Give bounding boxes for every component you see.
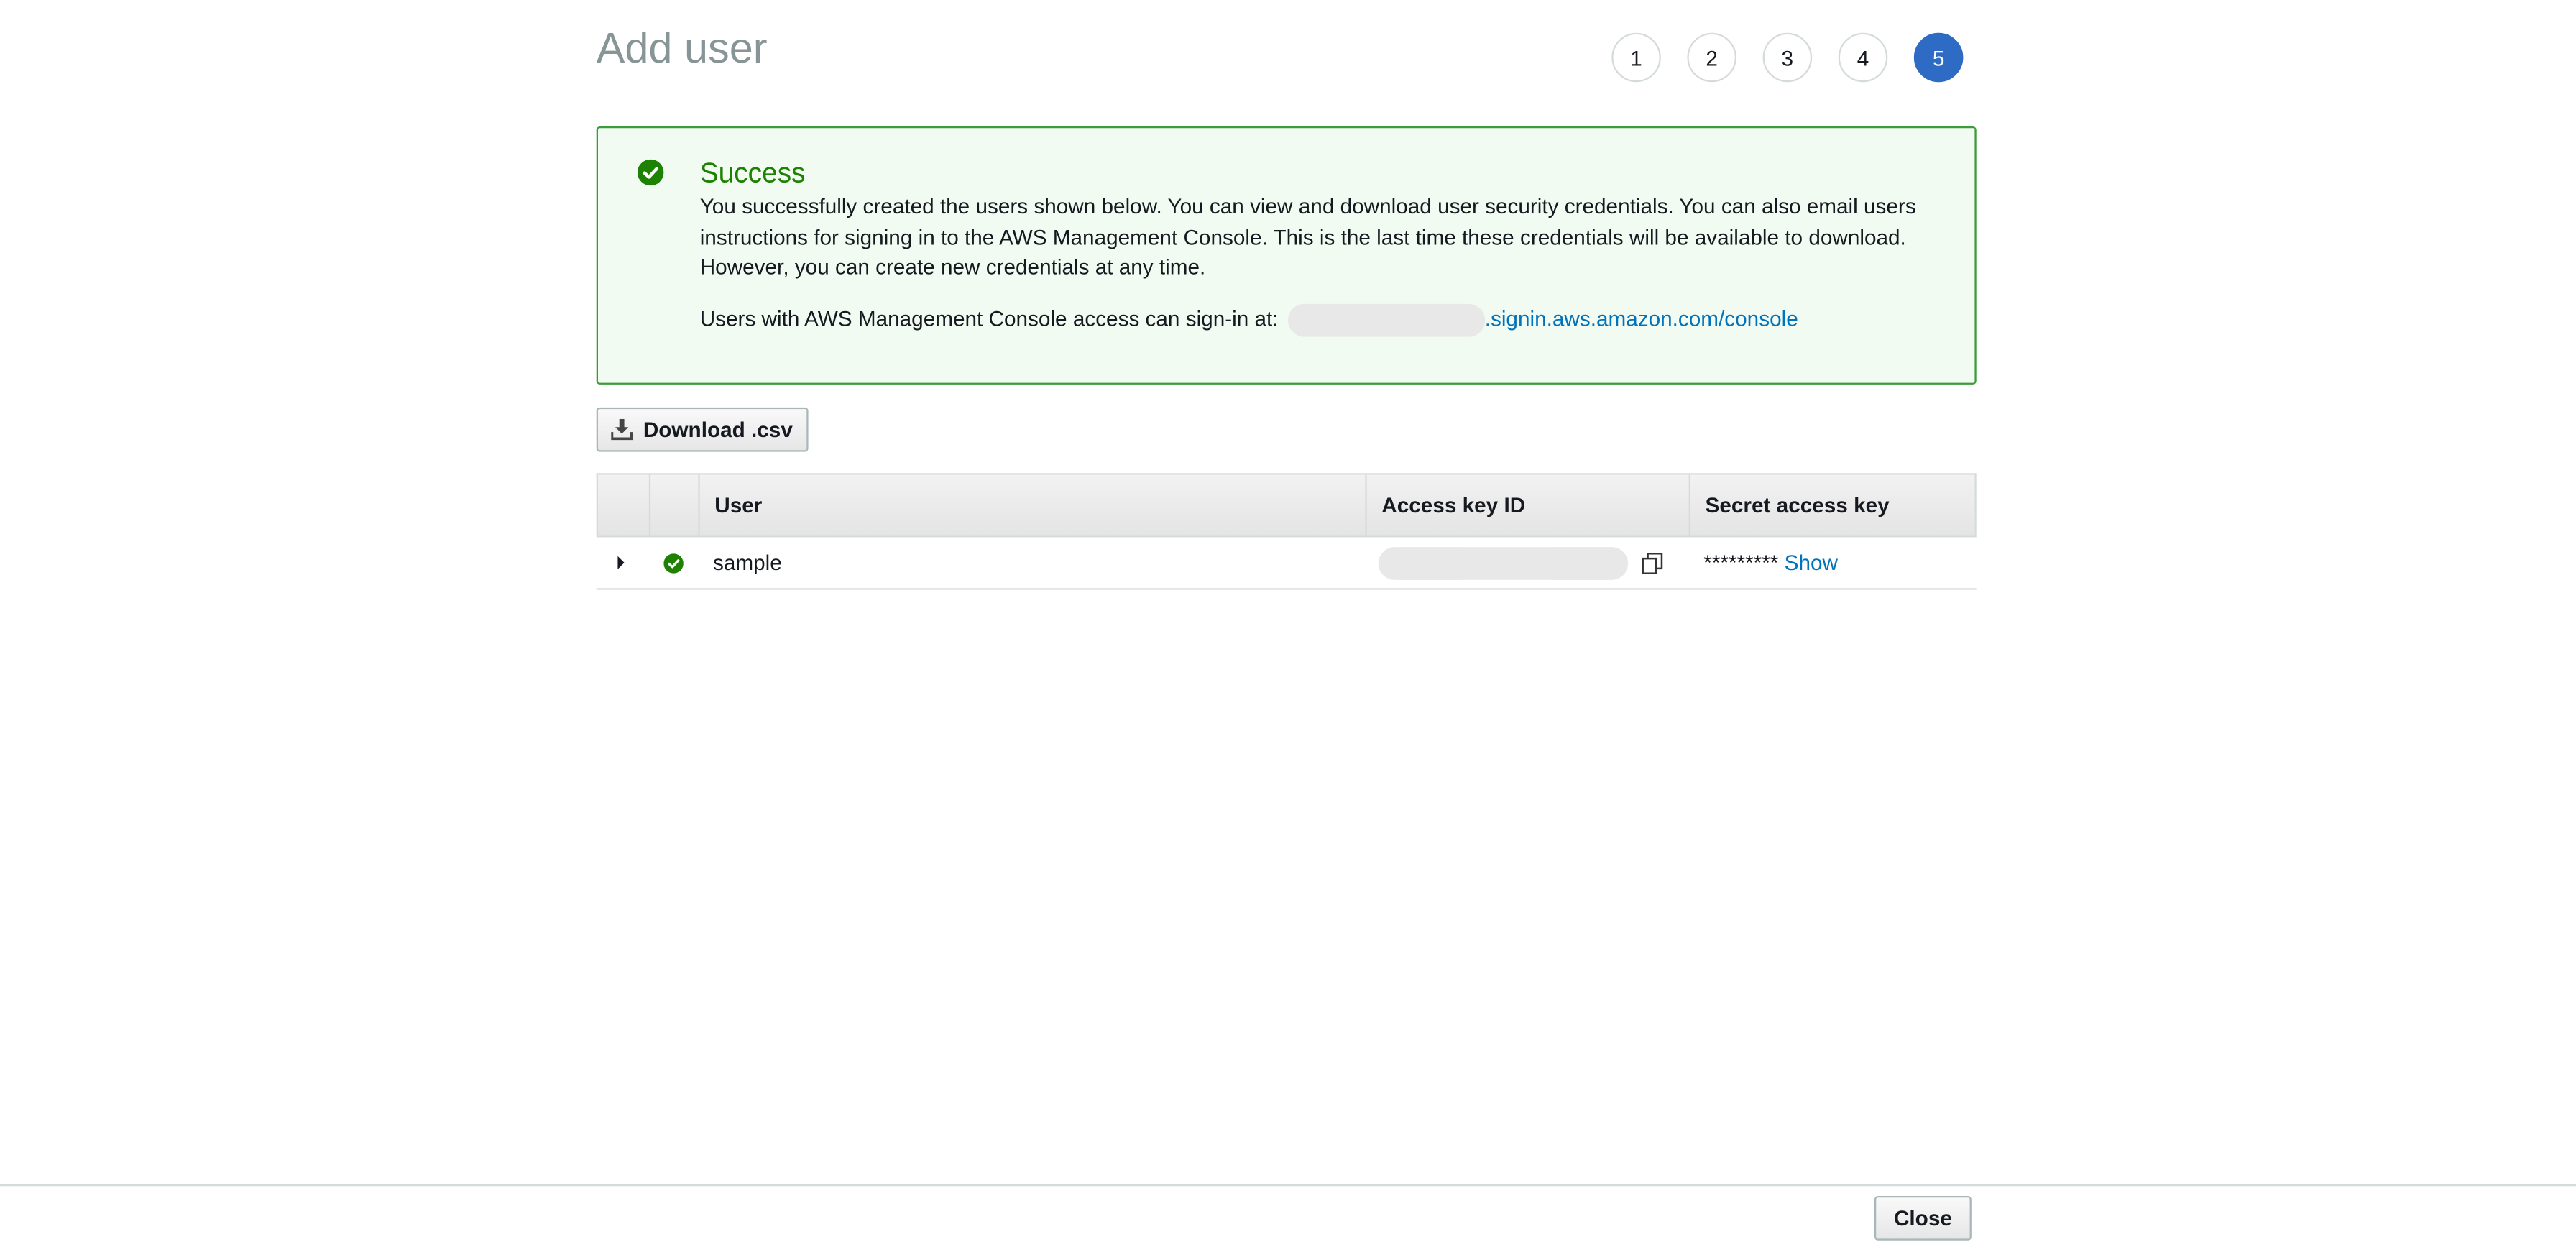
alert-title: Success	[699, 157, 806, 189]
access-key-id-value	[1378, 537, 1629, 588]
step-4[interactable]: 4	[1838, 32, 1888, 83]
success-check-icon	[637, 159, 664, 186]
redacted-account-id	[1287, 303, 1485, 337]
table-header: User Access key ID Secret access key	[596, 473, 1978, 538]
step-5[interactable]: 5	[1913, 32, 1964, 83]
signin-link[interactable]: .signin.aws.amazon.com/console	[1485, 306, 1798, 331]
column-divider	[648, 474, 651, 536]
column-header-secret-access-key[interactable]: Secret access key	[1690, 475, 1978, 536]
column-header-user[interactable]: User	[700, 475, 1366, 536]
signin-info: Users with AWS Management Console access…	[699, 303, 1798, 337]
redacted-access-key	[1378, 546, 1629, 579]
row-success-icon	[663, 537, 684, 588]
table-row: sample ********* Show	[596, 537, 1977, 590]
signin-prefix: Users with AWS Management Console access…	[699, 306, 1279, 331]
success-alert: Success You successfully created the use…	[596, 126, 1977, 385]
alert-message: You successfully created the users shown…	[699, 193, 1916, 280]
download-csv-button[interactable]: Download .csv	[596, 407, 809, 452]
secret-key-masked: *********	[1703, 550, 1779, 575]
expand-row-icon[interactable]	[616, 537, 626, 588]
download-csv-label: Download .csv	[643, 417, 793, 442]
footer	[0, 1184, 2576, 1247]
column-header-access-key-id[interactable]: Access key ID	[1367, 475, 1689, 536]
download-icon	[612, 418, 634, 441]
close-button[interactable]: Close	[1874, 1195, 1972, 1241]
copy-icon[interactable]	[1641, 537, 1664, 588]
show-secret-link[interactable]: Show	[1785, 551, 1838, 575]
user-name: sample	[712, 550, 782, 575]
step-3[interactable]: 3	[1762, 32, 1813, 83]
page-title: Add user	[596, 22, 768, 73]
step-2[interactable]: 2	[1687, 32, 1736, 83]
step-1[interactable]: 1	[1611, 32, 1661, 83]
credentials-table: User Access key ID Secret access key sam…	[596, 473, 1978, 590]
secret-key-cell: ********* Show	[1703, 537, 1838, 588]
add-user-page: Add user 1 2 3 4 5 Success You successfu…	[0, 0, 2576, 1246]
